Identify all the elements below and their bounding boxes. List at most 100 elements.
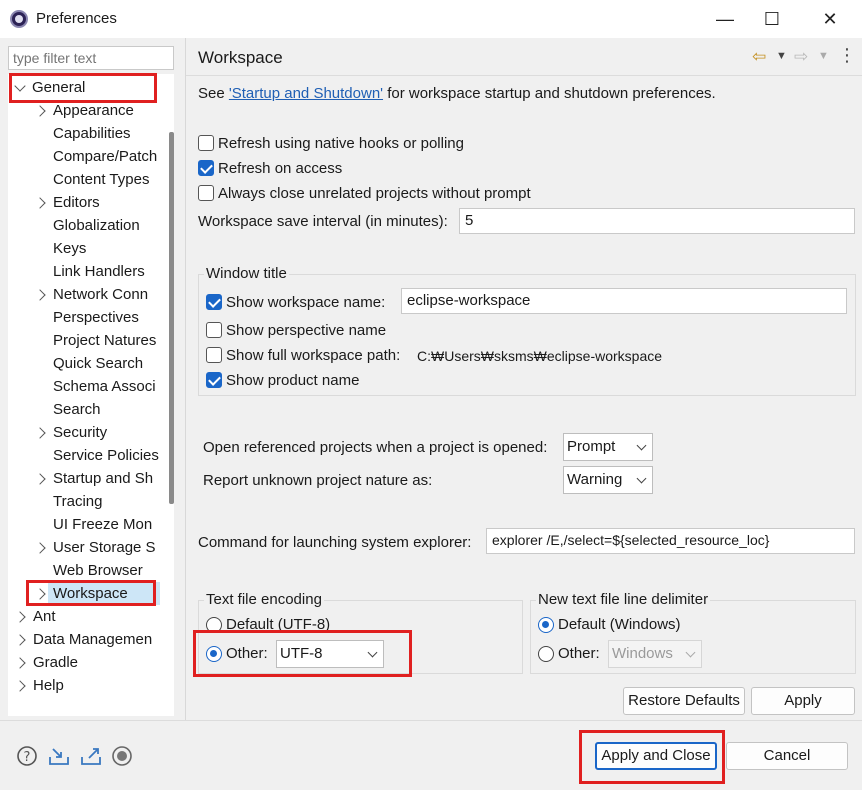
encoding-group-label: Text file encoding <box>204 591 324 608</box>
startup-shutdown-link[interactable]: 'Startup and Shutdown' <box>229 85 383 102</box>
refresh-access-label: Refresh on access <box>218 160 343 177</box>
show-perspective-checkbox[interactable] <box>206 322 222 338</box>
window-title: Preferences <box>36 10 117 27</box>
open-referenced-dropdown[interactable]: Prompt <box>563 433 653 461</box>
filter-input[interactable] <box>8 46 174 70</box>
chevron-down-icon <box>636 473 647 484</box>
export-icon[interactable] <box>80 745 102 767</box>
tree-item-ui-freeze-mon[interactable]: UI Freeze Mon <box>8 513 160 536</box>
refresh-access-checkbox[interactable] <box>198 160 214 176</box>
encoding-default-label: Default (UTF-8) <box>226 616 331 633</box>
chevron-right-icon[interactable] <box>34 197 46 209</box>
tree-item-startup-and-sh[interactable]: Startup and Sh <box>8 467 160 490</box>
tree-item-schema-associ[interactable]: Schema Associ <box>8 375 160 398</box>
back-dropdown-icon[interactable]: ▼ <box>776 50 787 62</box>
apply-and-close-button[interactable]: Apply and Close <box>595 742 717 770</box>
chevron-right-icon[interactable] <box>14 657 26 669</box>
command-label: Command for launching system explorer: <box>198 534 472 551</box>
tree-item-label: Keys <box>53 240 87 257</box>
encoding-default-radio[interactable] <box>206 617 222 633</box>
tree-item-label: Service Policies <box>53 447 159 464</box>
always-close-label: Always close unrelated projects without … <box>218 185 531 202</box>
chevron-down-icon <box>685 647 696 658</box>
minimize-button[interactable]: — <box>705 6 745 32</box>
tree-item-appearance[interactable]: Appearance <box>8 99 160 122</box>
tree-item-link-handlers[interactable]: Link Handlers <box>8 260 160 283</box>
tree-item-label: Appearance <box>53 102 134 119</box>
workspace-name-input[interactable]: eclipse-workspace <box>401 288 847 314</box>
see-startup-text: See 'Startup and Shutdown' for workspace… <box>198 85 716 102</box>
chevron-right-icon[interactable] <box>34 105 46 117</box>
tree-item-ant[interactable]: Ant <box>8 605 160 628</box>
encoding-other-radio[interactable] <box>206 646 222 662</box>
tree-item-globalization[interactable]: Globalization <box>8 214 160 237</box>
tree-item-perspectives[interactable]: Perspectives <box>8 306 160 329</box>
delimiter-dropdown[interactable]: Windows <box>608 640 702 668</box>
record-icon[interactable] <box>111 745 133 767</box>
refresh-native-checkbox[interactable] <box>198 135 214 151</box>
show-product-label: Show product name <box>226 372 360 389</box>
tree-item-service-policies[interactable]: Service Policies <box>8 444 160 467</box>
delimiter-default-label: Default (Windows) <box>558 616 681 633</box>
chevron-right-icon[interactable] <box>14 680 26 692</box>
more-menu-icon[interactable]: ⋮ <box>838 45 856 66</box>
show-product-checkbox[interactable] <box>206 372 222 388</box>
chevron-right-icon[interactable] <box>34 473 46 485</box>
chevron-right-icon[interactable] <box>14 611 26 623</box>
report-unknown-dropdown[interactable]: Warning <box>563 466 653 494</box>
delimiter-default-radio[interactable] <box>538 617 554 633</box>
svg-text:?: ? <box>24 750 31 765</box>
title-bar: Preferences — ☐ ✕ <box>0 0 862 38</box>
tree-item-gradle[interactable]: Gradle <box>8 651 160 674</box>
chevron-right-icon[interactable] <box>14 634 26 646</box>
tree-item-compare-patch[interactable]: Compare/Patch <box>8 145 160 168</box>
always-close-checkbox[interactable] <box>198 185 214 201</box>
vertical-scrollbar[interactable] <box>169 132 174 504</box>
save-interval-input[interactable]: 5 <box>459 208 855 234</box>
command-input[interactable]: explorer /E,/select=${selected_resource_… <box>486 528 855 554</box>
delimiter-other-radio[interactable] <box>538 646 554 662</box>
tree-item-tracing[interactable]: Tracing <box>8 490 160 513</box>
tree-item-general[interactable]: General <box>8 76 168 99</box>
tree-item-help[interactable]: Help <box>8 674 160 697</box>
tree-item-web-browser[interactable]: Web Browser <box>8 559 160 582</box>
chevron-right-icon[interactable] <box>34 588 46 600</box>
chevron-right-icon[interactable] <box>34 542 46 554</box>
chevron-down-icon <box>636 440 647 451</box>
import-icon[interactable] <box>48 745 70 767</box>
show-workspace-name-checkbox[interactable] <box>206 294 222 310</box>
forward-arrow-icon[interactable]: ⇨ <box>794 47 808 67</box>
chevron-right-icon[interactable] <box>34 427 46 439</box>
tree-item-user-storage-s[interactable]: User Storage S <box>8 536 160 559</box>
maximize-button[interactable]: ☐ <box>752 6 792 32</box>
tree-item-capabilities[interactable]: Capabilities <box>8 122 160 145</box>
tree-item-network-conn[interactable]: Network Conn <box>8 283 160 306</box>
encoding-dropdown[interactable]: UTF-8 <box>276 640 384 668</box>
tree-item-quick-search[interactable]: Quick Search <box>8 352 160 375</box>
tree-item-project-natures[interactable]: Project Natures <box>8 329 160 352</box>
preference-tree: General Appearance Capabilities Compare/Pa… <box>8 74 174 716</box>
tree-item-editors[interactable]: Editors <box>8 191 160 214</box>
tree-item-label: UI Freeze Mon <box>53 516 153 533</box>
chevron-right-icon[interactable] <box>34 289 46 301</box>
cancel-button[interactable]: Cancel <box>726 742 848 770</box>
tree-item-label: Perspectives <box>53 309 139 326</box>
refresh-native-label: Refresh using native hooks or polling <box>218 135 464 152</box>
tree-item-content-types[interactable]: Content Types <box>8 168 160 191</box>
show-full-path-checkbox[interactable] <box>206 347 222 363</box>
close-button[interactable]: ✕ <box>810 6 850 32</box>
restore-defaults-button[interactable]: Restore Defaults <box>623 687 745 715</box>
report-unknown-label: Report unknown project nature as: <box>203 472 433 489</box>
tree-item-keys[interactable]: Keys <box>8 237 160 260</box>
tree-item-data-managemen[interactable]: Data Managemen <box>8 628 160 651</box>
apply-button[interactable]: Apply <box>751 687 855 715</box>
forward-dropdown-icon[interactable]: ▼ <box>818 50 829 62</box>
tree-item-search[interactable]: Search <box>8 398 160 421</box>
chevron-down-icon[interactable] <box>14 80 26 92</box>
help-icon[interactable]: ? <box>16 745 38 767</box>
tree-item-security[interactable]: Security <box>8 421 160 444</box>
tree-item-workspace[interactable]: Workspace <box>34 582 160 605</box>
show-workspace-name-label: Show workspace name: <box>226 294 386 311</box>
back-arrow-icon[interactable]: ⇦ <box>752 47 766 67</box>
tree-item-label: Gradle <box>33 654 79 671</box>
